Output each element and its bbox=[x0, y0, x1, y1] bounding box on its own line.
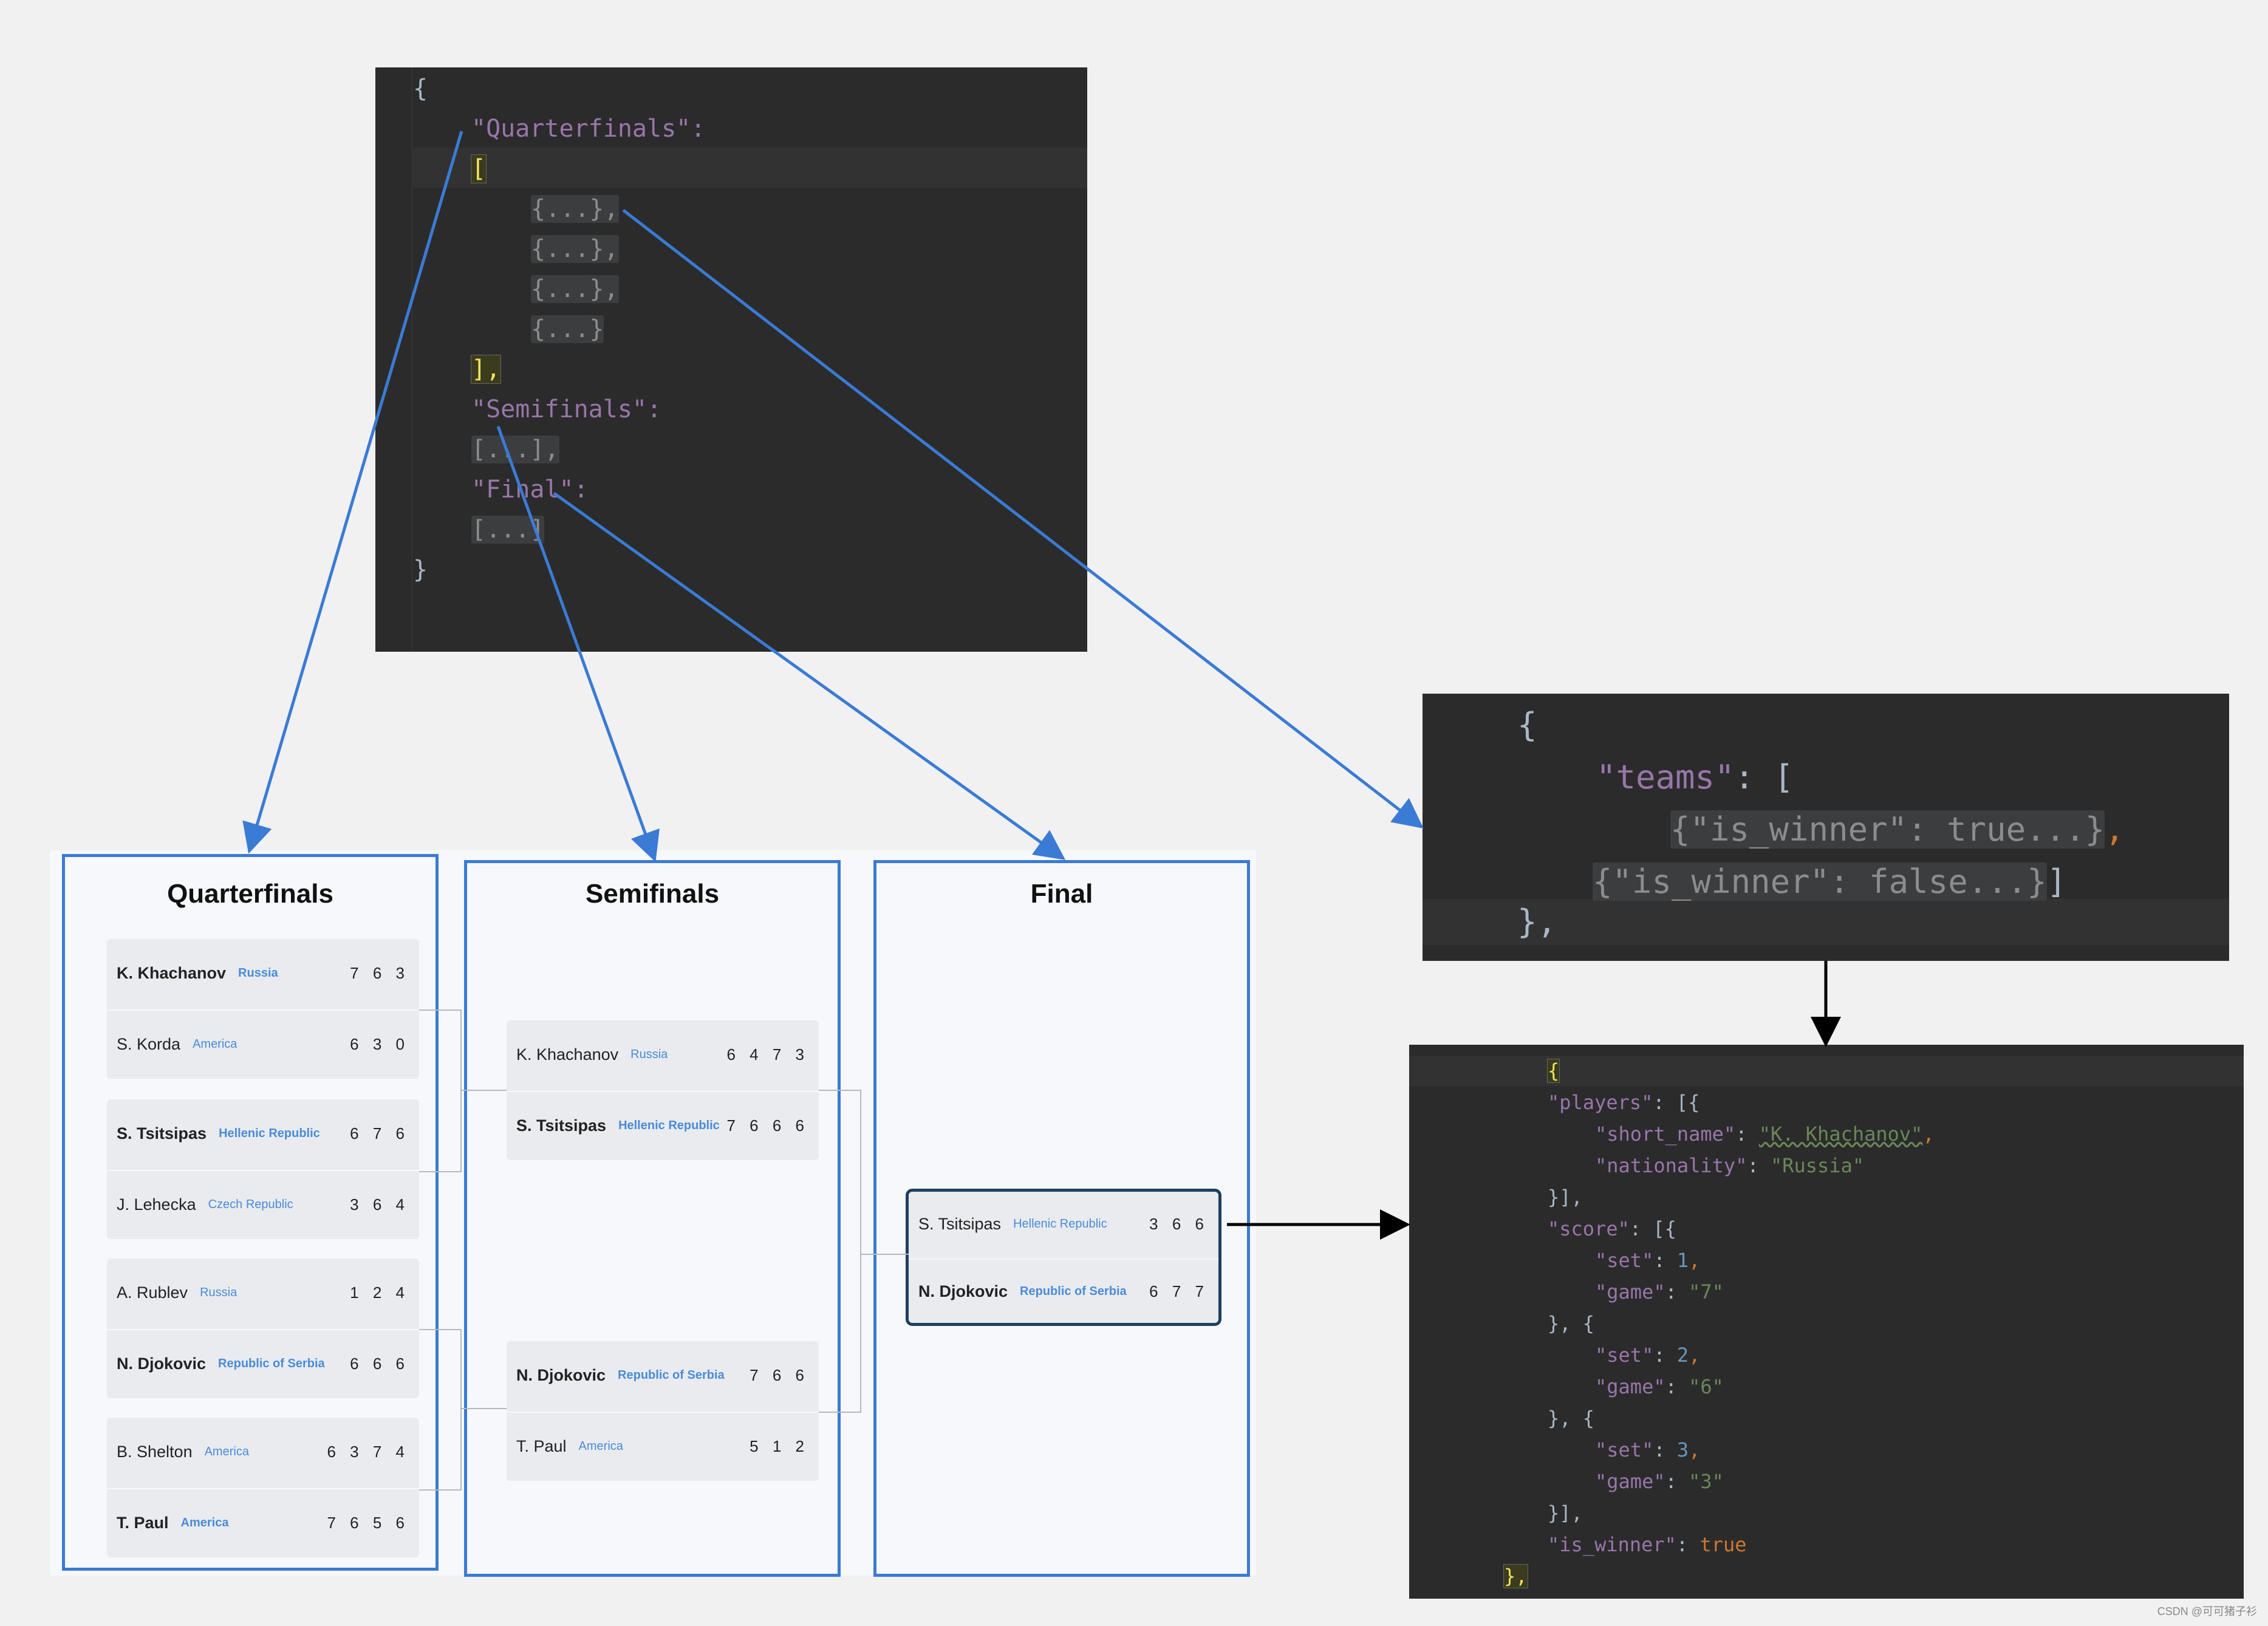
arrows-overlay bbox=[242, 131, 1841, 1240]
arrow-quarterfinals bbox=[242, 131, 463, 854]
arrow-final bbox=[553, 491, 1066, 860]
watermark: CSDN @可可猪子衫 bbox=[2157, 1605, 2257, 1617]
arrow-semifinals bbox=[496, 426, 660, 863]
arrow-match-detail bbox=[622, 209, 1424, 829]
